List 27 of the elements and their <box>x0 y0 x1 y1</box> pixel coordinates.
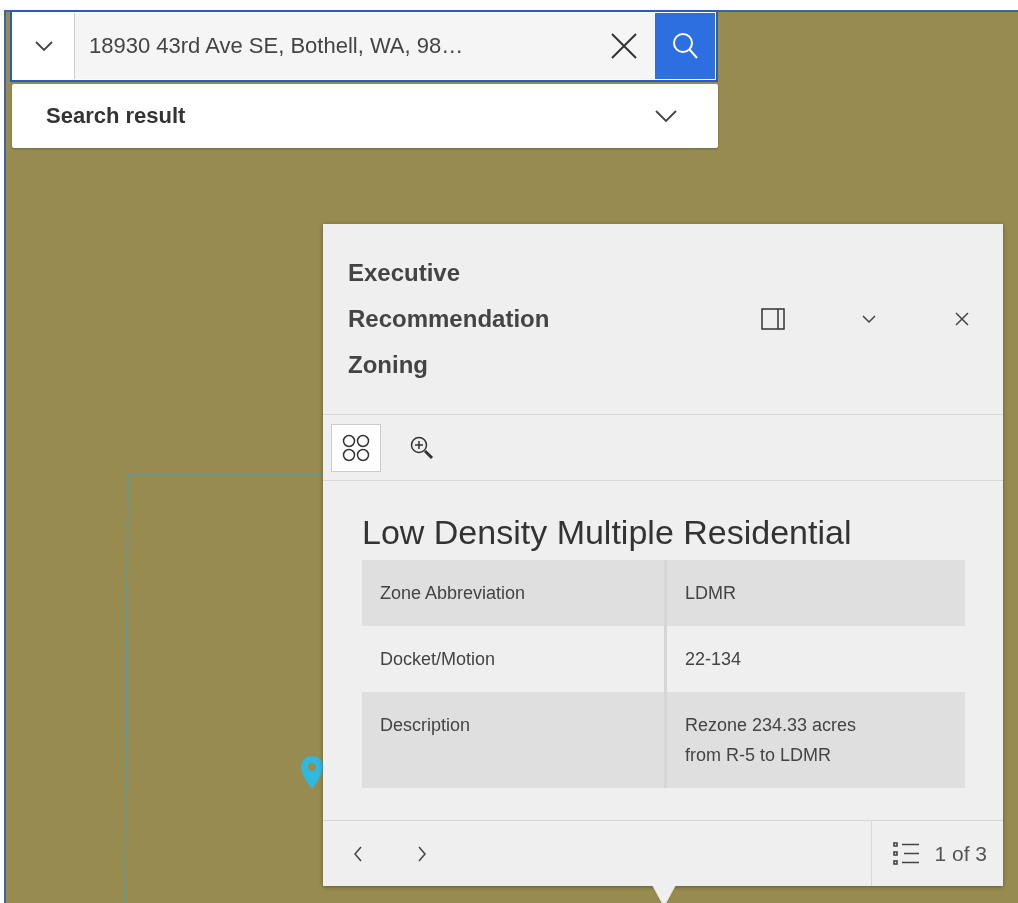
clear-button[interactable] <box>593 13 655 79</box>
map-pin-icon <box>300 755 324 791</box>
search-result-label: Search result <box>46 103 186 129</box>
field-value: LDMR <box>685 582 736 605</box>
search-button[interactable] <box>655 13 715 79</box>
feature-title: Low Density Multiple Residential <box>362 513 853 552</box>
zoom-in-icon <box>409 434 435 461</box>
four-circles-icon <box>341 432 371 463</box>
chevron-down-icon <box>33 40 54 52</box>
chevron-left-icon <box>353 845 363 862</box>
search-result-header[interactable]: Search result <box>12 84 718 148</box>
select-feature-button[interactable] <box>331 423 381 472</box>
chevron-down-icon <box>862 314 876 324</box>
chevron-down-icon <box>654 109 678 123</box>
search-field[interactable]: 18930 43rd Ave SE, Bothell, WA, 98… <box>75 13 593 79</box>
field-value: Rezone 234.33 acres from R-5 to LDMR <box>685 714 858 767</box>
popup-title: Executive Recommendation Zoning <box>348 258 551 380</box>
close-icon <box>609 31 639 61</box>
field-label: Description <box>362 692 666 788</box>
chevron-right-icon <box>417 845 427 862</box>
field-label: Zone Abbreviation <box>362 560 666 626</box>
close-icon <box>955 312 969 326</box>
feature-list-button[interactable]: 1 of 3 <box>871 821 1003 886</box>
dock-icon <box>761 308 785 330</box>
field-value: 22-134 <box>685 648 742 671</box>
search-icon <box>671 31 699 61</box>
list-icon <box>892 839 921 868</box>
